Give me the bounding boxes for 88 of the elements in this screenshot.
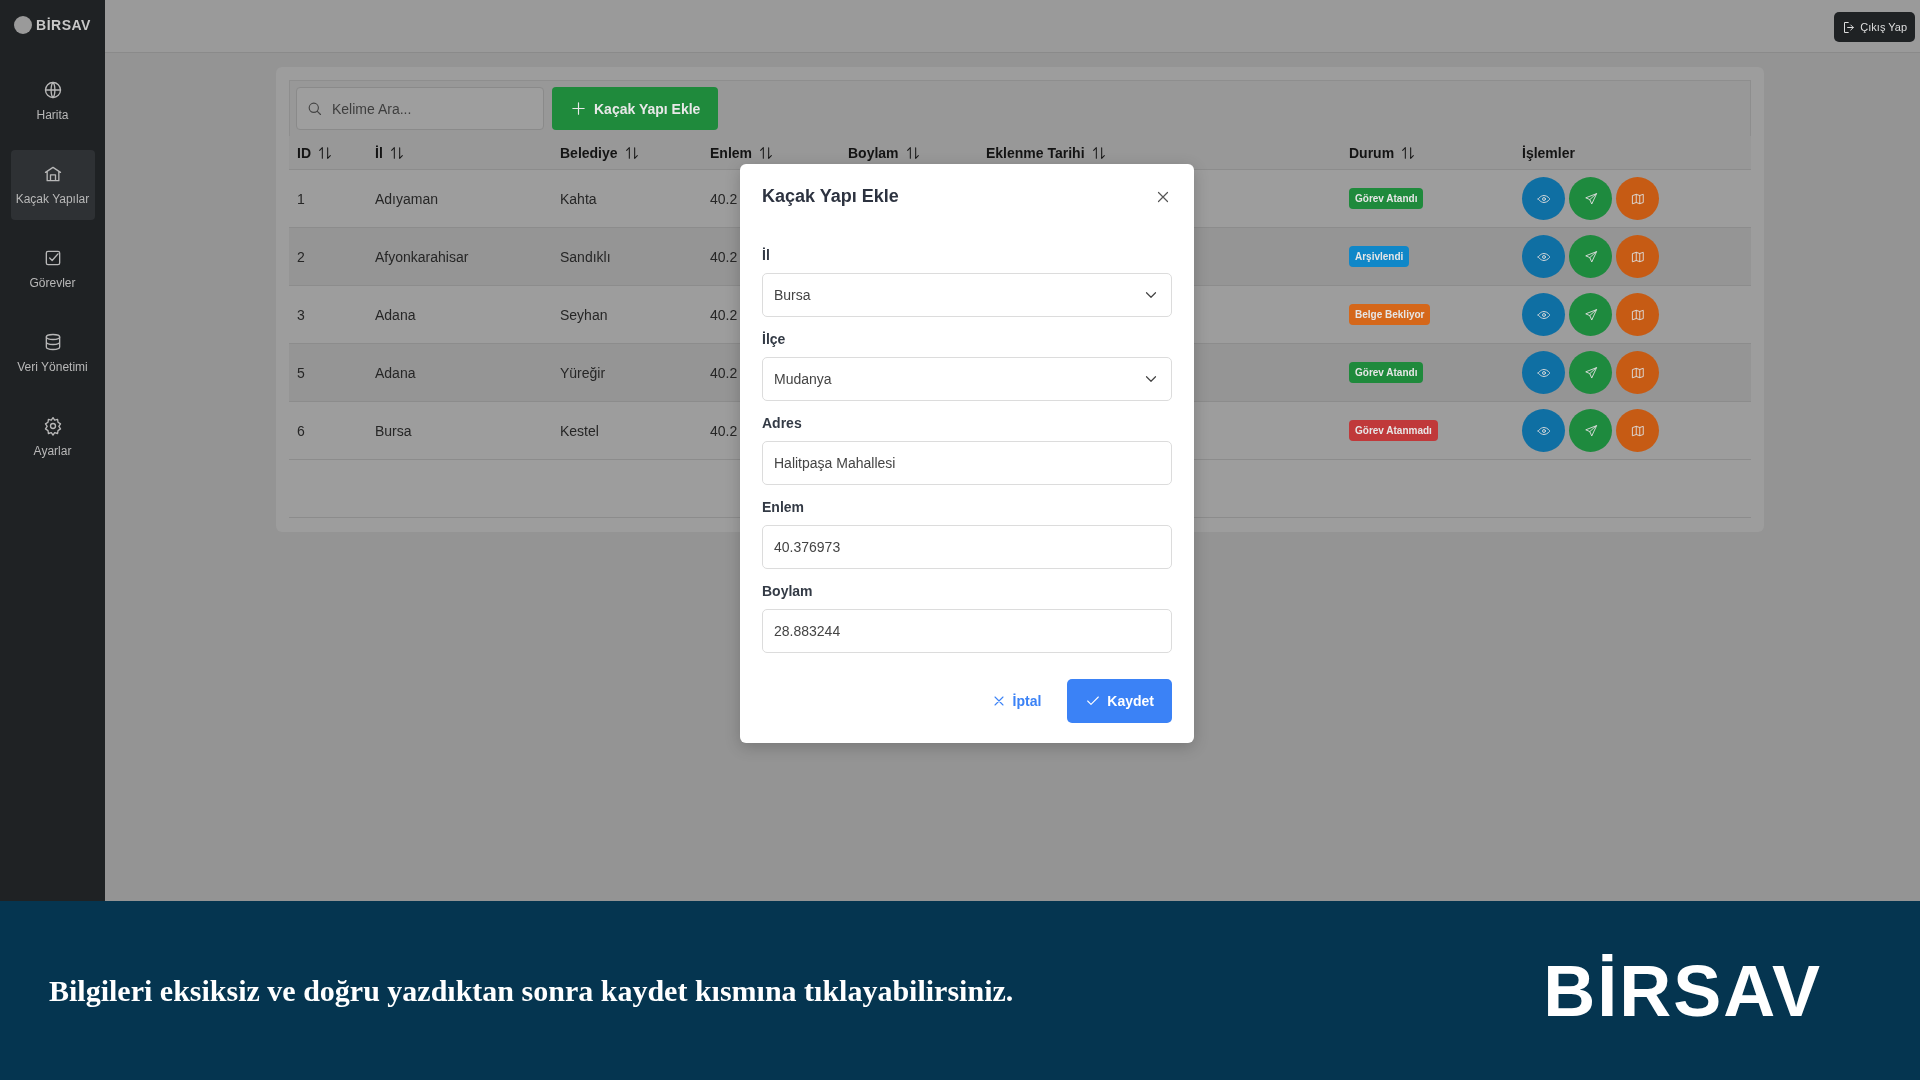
- table-cell: Bursa: [375, 422, 412, 439]
- table-cell: Yüreğir: [560, 364, 606, 381]
- sidebar-item[interactable]: Ayarlar: [10, 402, 95, 472]
- dropdown[interactable]: Bursa: [762, 273, 1172, 317]
- caption-text: Bilgileri eksiksiz ve doğru yazdıktan sonra kaydet kısmına tıklayabilirsiniz.: [49, 973, 1014, 1008]
- send-icon: [1583, 191, 1598, 206]
- table-cell: 5: [297, 364, 305, 381]
- column-header: İşlemler: [1522, 144, 1575, 161]
- status-badge: Görev Atandı: [1349, 362, 1424, 383]
- map-icon: [1630, 423, 1645, 438]
- dialog-title: Kaçak Yapı Ekle: [762, 186, 899, 207]
- table-cell: 3: [297, 306, 305, 323]
- map-button[interactable]: [1616, 409, 1659, 452]
- column-header: Durum: [1349, 144, 1395, 161]
- globe-icon: [42, 80, 63, 100]
- view-button[interactable]: [1522, 293, 1565, 336]
- column-header: Eklenme Tarihi: [986, 144, 1085, 161]
- table-cell: Adıyaman: [375, 190, 439, 207]
- table-cell: Adana: [375, 306, 416, 323]
- logo-text: BİRSAV: [1543, 949, 1822, 1032]
- map-button[interactable]: [1616, 177, 1659, 220]
- send-icon: [1583, 307, 1598, 322]
- map-button[interactable]: [1616, 293, 1659, 336]
- map-icon: [1630, 249, 1645, 264]
- plus-icon: [570, 100, 587, 117]
- input-field[interactable]: Halitpaşa Mahallesi: [762, 441, 1172, 485]
- map-icon: [1630, 191, 1645, 206]
- search-icon: [306, 100, 323, 117]
- logo-text: BİRSAV: [36, 17, 91, 33]
- save-button[interactable]: Kaydet: [1067, 679, 1172, 723]
- table-cell: 40.2: [710, 190, 738, 207]
- add-button[interactable]: Kaçak Yapı Ekle: [552, 87, 719, 130]
- logout-button[interactable]: Çıkış Yap: [1834, 12, 1915, 42]
- column-header: İl: [375, 144, 383, 161]
- map-icon: [1630, 307, 1645, 322]
- table-cell: Afyonkarahisar: [375, 248, 469, 265]
- table-cell: Kahta: [560, 190, 597, 207]
- input-field[interactable]: 28.883244: [762, 609, 1172, 653]
- send-button[interactable]: [1569, 293, 1612, 336]
- send-button[interactable]: [1569, 409, 1612, 452]
- dropdown[interactable]: Mudanya: [762, 357, 1172, 401]
- input-field[interactable]: 40.376973: [762, 525, 1172, 569]
- status-badge: Arşivlendi: [1349, 246, 1410, 267]
- send-button[interactable]: [1569, 177, 1612, 220]
- send-icon: [1583, 365, 1598, 380]
- send-button[interactable]: [1569, 235, 1612, 278]
- table-cell: Sandıklı: [560, 248, 611, 265]
- column-header: Boylam: [848, 144, 899, 161]
- table-cell: 2: [297, 248, 305, 265]
- sidebar-item[interactable]: Kaçak Yapılar: [10, 150, 95, 220]
- view-button[interactable]: [1522, 351, 1565, 394]
- send-icon: [1583, 423, 1598, 438]
- map-icon: [1630, 365, 1645, 380]
- map-button[interactable]: [1616, 235, 1659, 278]
- column-header: Enlem: [710, 144, 752, 161]
- table-cell: Adana: [375, 364, 416, 381]
- status-badge: Görev Atandı: [1349, 188, 1424, 209]
- table-cell: 6: [297, 422, 305, 439]
- view-button[interactable]: [1522, 177, 1565, 220]
- send-button[interactable]: [1569, 351, 1612, 394]
- field-label: İlçe: [762, 331, 787, 347]
- send-icon: [1583, 249, 1598, 264]
- field-label: Enlem: [762, 499, 805, 515]
- search-field[interactable]: Kelime Ara...: [296, 87, 544, 130]
- view-button[interactable]: [1522, 235, 1565, 278]
- field-label: Adres: [762, 415, 803, 431]
- home-icon: [42, 164, 63, 184]
- table-cell: 1: [297, 190, 305, 207]
- status-badge: Belge Bekliyor: [1349, 304, 1431, 325]
- table-cell: 40.2: [710, 248, 738, 265]
- sidebar-item[interactable]: Veri Yönetimi: [10, 318, 95, 388]
- field-label: Boylam: [762, 583, 814, 599]
- table-cell: 40.2: [710, 306, 738, 323]
- table-cell: Kestel: [560, 422, 599, 439]
- logo-icon: [14, 16, 33, 34]
- column-header: ID: [297, 144, 311, 161]
- cancel-button[interactable]: İptal: [990, 693, 1042, 709]
- sidebar-item[interactable]: Görevler: [10, 234, 95, 304]
- field-label: İl: [762, 247, 771, 263]
- map-button[interactable]: [1616, 351, 1659, 394]
- status-badge: Görev Atanmadı: [1349, 420, 1438, 441]
- table-cell: Seyhan: [560, 306, 608, 323]
- settings-icon: [42, 416, 63, 436]
- table-cell: 40.2: [710, 422, 738, 439]
- view-button[interactable]: [1522, 409, 1565, 452]
- table-cell: 40.2: [710, 364, 738, 381]
- sidebar-item[interactable]: Harita: [10, 66, 95, 136]
- column-header: Belediye: [560, 144, 618, 161]
